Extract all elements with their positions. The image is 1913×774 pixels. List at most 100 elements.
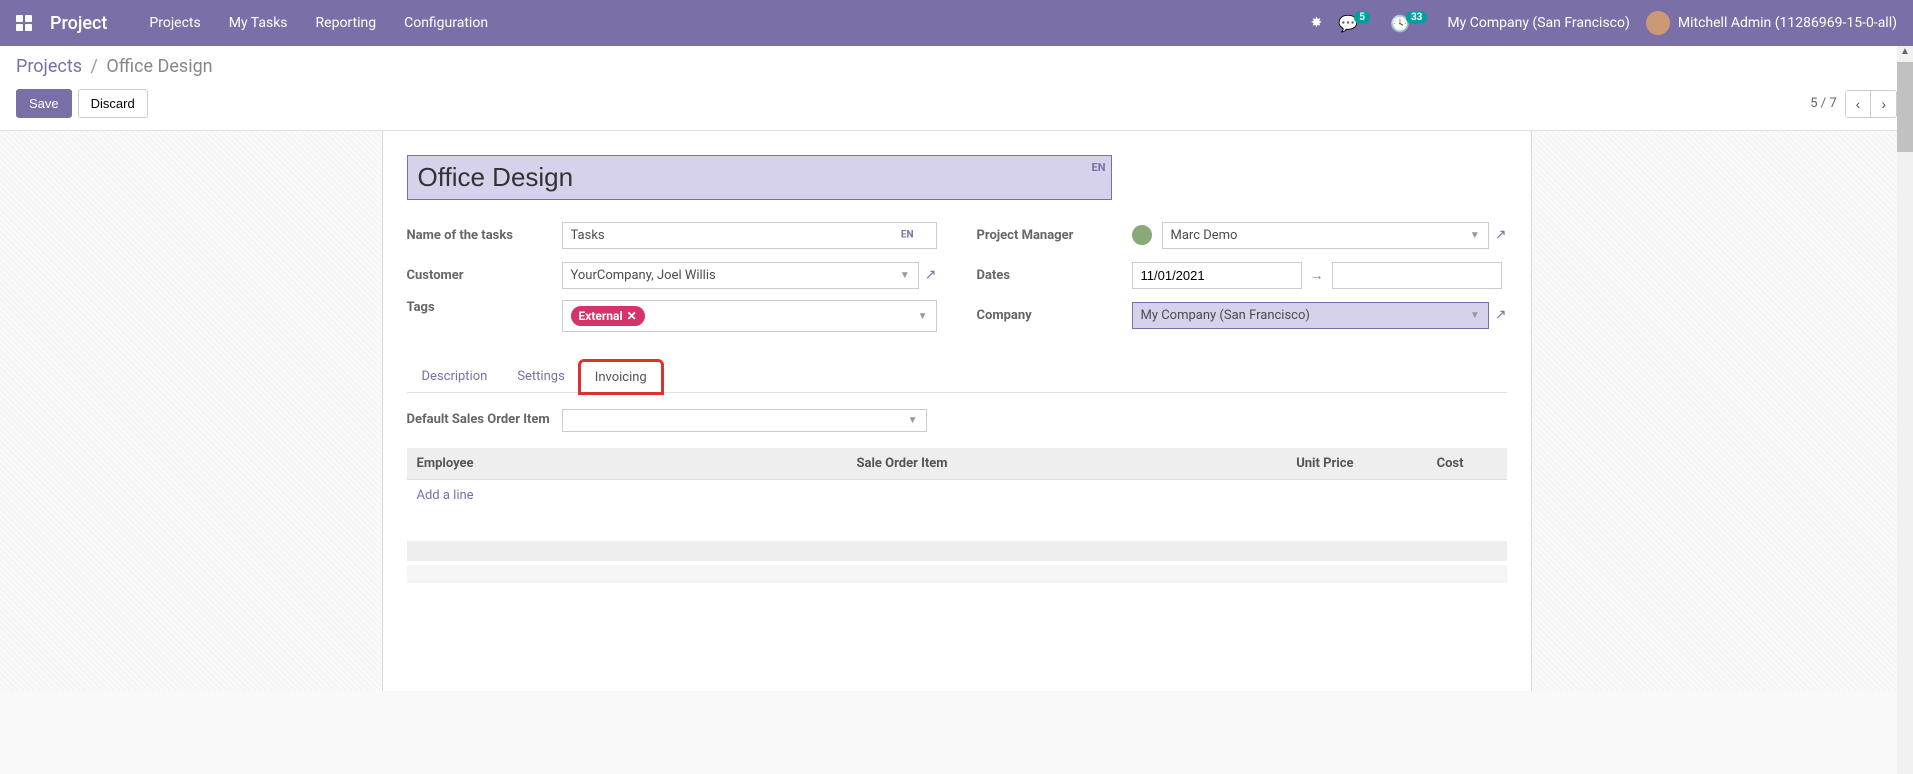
top-navbar: Project Projects My Tasks Reporting Conf… <box>0 0 1913 46</box>
dropdown-caret-icon: ▼ <box>1470 310 1480 321</box>
control-bar: Projects / Office Design Save Discard 5 … <box>0 46 1913 131</box>
value-tags: External ✕ ▼ <box>562 300 937 332</box>
breadcrumb-separator: / <box>90 56 97 77</box>
tab-description[interactable]: Description <box>407 360 503 392</box>
tags-input[interactable]: External ✕ ▼ <box>562 300 937 332</box>
customer-input[interactable]: YourCompany, Joel Willis ▼ <box>562 262 919 289</box>
dropdown-caret-icon: ▼ <box>1470 230 1480 241</box>
field-company: Company My Company (San Francisco) ▼ ↗ <box>977 300 1507 330</box>
control-row: Save Discard 5 / 7 ‹ › <box>16 89 1897 118</box>
title-wrap: EN <box>407 155 1112 200</box>
messages-button[interactable]: 💬 5 <box>1338 14 1374 33</box>
form-grid: Name of the tasks Tasks EN Customer Your… <box>407 220 1507 342</box>
project-name-input[interactable] <box>407 155 1112 200</box>
breadcrumb-current: Office Design <box>106 56 212 77</box>
tabs: Description Settings Invoicing <box>407 360 1507 393</box>
label-customer: Customer <box>407 268 562 283</box>
field-customer: Customer YourCompany, Joel Willis ▼ ↗ <box>407 260 937 290</box>
label-project-manager: Project Manager <box>977 228 1132 243</box>
main-area: EN Name of the tasks Tasks EN Customer <box>0 131 1913 691</box>
form-col-right: Project Manager Marc Demo ▼ ↗ Dates <box>977 220 1507 342</box>
table-footer-bar2 <box>407 565 1507 583</box>
company-input[interactable]: My Company (San Francisco) ▼ <box>1132 302 1489 329</box>
tag-remove-icon[interactable]: ✕ <box>627 309 637 323</box>
invoicing-table: Employee Sale Order Item Unit Price Cost… <box>407 448 1507 511</box>
tag-chip: External ✕ <box>571 306 645 326</box>
pager: 5 / 7 ‹ › <box>1810 90 1897 118</box>
field-name-of-tasks: Name of the tasks Tasks EN <box>407 220 937 250</box>
label-tags: Tags <box>407 300 562 315</box>
date-start-input[interactable] <box>1132 262 1302 289</box>
customer-text: YourCompany, Joel Willis <box>571 268 716 283</box>
name-of-tasks-input[interactable]: Tasks EN <box>562 222 937 249</box>
pm-avatar-icon <box>1132 225 1152 245</box>
tab-invoicing[interactable]: Invoicing <box>580 361 662 393</box>
lang-badge[interactable]: EN <box>1092 161 1106 174</box>
project-manager-input[interactable]: Marc Demo ▼ <box>1162 222 1489 249</box>
user-menu[interactable]: Mitchell Admin (11286969-15-0-all) <box>1646 11 1897 35</box>
nav-menu: Projects My Tasks Reporting Configuratio… <box>149 15 488 31</box>
col-spacer <box>1474 448 1507 480</box>
col-employee: Employee <box>407 448 847 480</box>
name-of-tasks-text: Tasks <box>571 228 605 243</box>
arrow-icon: → <box>1310 267 1324 284</box>
pager-prev-button[interactable]: ‹ <box>1846 91 1872 117</box>
col-cost: Cost <box>1364 448 1474 480</box>
value-name-of-tasks: Tasks EN <box>562 222 937 249</box>
app-title[interactable]: Project <box>50 13 107 34</box>
nav-mytasks[interactable]: My Tasks <box>229 15 288 31</box>
external-link-icon[interactable]: ↗ <box>1495 227 1507 243</box>
company-switcher[interactable]: My Company (San Francisco) <box>1447 15 1629 31</box>
table-header-row: Employee Sale Order Item Unit Price Cost <box>407 448 1507 480</box>
nav-configuration[interactable]: Configuration <box>404 15 488 31</box>
user-name: Mitchell Admin (11286969-15-0-all) <box>1678 15 1897 31</box>
external-link-icon[interactable]: ↗ <box>925 267 937 283</box>
user-avatar-icon <box>1646 11 1670 35</box>
nav-projects[interactable]: Projects <box>149 15 200 31</box>
tab-settings[interactable]: Settings <box>502 360 579 392</box>
col-sale-order-item: Sale Order Item <box>847 448 1232 480</box>
nav-reporting[interactable]: Reporting <box>316 15 377 31</box>
form-sheet: EN Name of the tasks Tasks EN Customer <box>382 131 1532 691</box>
date-end-input[interactable] <box>1332 262 1502 289</box>
discard-button[interactable]: Discard <box>78 89 148 118</box>
tag-label: External <box>579 309 623 323</box>
field-tags: Tags External ✕ ▼ <box>407 300 937 332</box>
pager-info[interactable]: 5 / 7 <box>1810 96 1836 111</box>
label-default-soi: Default Sales Order Item <box>407 411 562 429</box>
table-row: Add a line <box>407 480 1507 512</box>
add-line-link[interactable]: Add a line <box>417 488 474 503</box>
label-dates: Dates <box>977 268 1132 283</box>
value-customer: YourCompany, Joel Willis ▼ ↗ <box>562 262 937 289</box>
default-soi-input[interactable]: ▼ <box>562 409 927 432</box>
debug-icon[interactable]: ✸ <box>1311 15 1323 31</box>
dropdown-caret-icon: ▼ <box>908 415 918 426</box>
vertical-scrollbar[interactable]: ▲ <box>1897 46 1913 774</box>
apps-icon[interactable] <box>16 15 32 31</box>
col-unit-price: Unit Price <box>1232 448 1364 480</box>
pager-buttons: ‹ › <box>1845 90 1897 118</box>
chat-badge: 5 <box>1354 11 1370 24</box>
scroll-up-icon[interactable]: ▲ <box>1897 46 1913 62</box>
dropdown-caret-icon: ▼ <box>900 270 910 281</box>
value-company: My Company (San Francisco) ▼ ↗ <box>1132 302 1507 329</box>
pm-text: Marc Demo <box>1171 228 1238 243</box>
activities-button[interactable]: 🕓 33 <box>1390 14 1431 33</box>
navbar-left: Project Projects My Tasks Reporting Conf… <box>16 13 488 34</box>
save-button[interactable]: Save <box>16 89 72 118</box>
field-default-soi: Default Sales Order Item ▼ <box>407 409 1507 432</box>
lang-badge-small[interactable]: EN <box>901 230 914 241</box>
label-company: Company <box>977 308 1132 323</box>
value-dates: → <box>1132 262 1507 289</box>
field-project-manager: Project Manager Marc Demo ▼ ↗ <box>977 220 1507 250</box>
breadcrumb: Projects / Office Design <box>16 56 1897 77</box>
external-link-icon[interactable]: ↗ <box>1495 307 1507 323</box>
breadcrumb-parent[interactable]: Projects <box>16 56 82 77</box>
label-name-of-tasks: Name of the tasks <box>407 228 562 243</box>
scrollbar-thumb[interactable] <box>1897 62 1913 152</box>
value-project-manager: Marc Demo ▼ ↗ <box>1132 222 1507 249</box>
company-text: My Company (San Francisco) <box>1141 308 1310 323</box>
pager-next-button[interactable]: › <box>1871 91 1896 117</box>
dropdown-caret-icon: ▼ <box>918 311 928 322</box>
form-col-left: Name of the tasks Tasks EN Customer Your… <box>407 220 937 342</box>
